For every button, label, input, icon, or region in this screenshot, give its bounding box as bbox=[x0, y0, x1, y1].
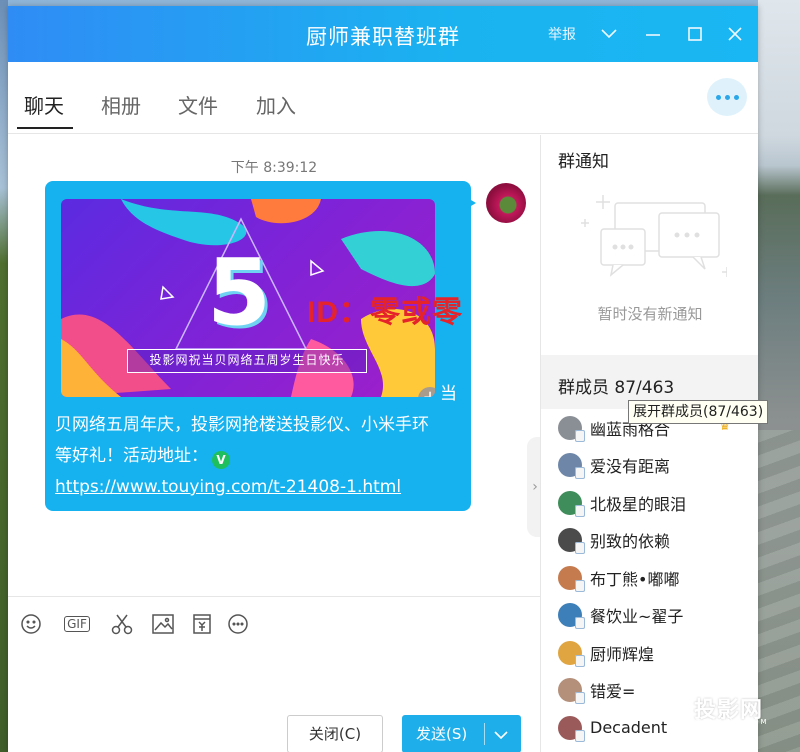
member-row[interactable]: 爱没有距离 bbox=[541, 447, 758, 485]
message-timestamp: 下午 8:39:12 bbox=[230, 160, 318, 176]
member-name: 布丁熊•嘟嘟 bbox=[590, 569, 680, 589]
report-button[interactable]: 举报 bbox=[548, 24, 576, 44]
message-line: 贝网络五周年庆，投影网抢楼送投影仪、小米手环 bbox=[55, 415, 429, 435]
member-avatar bbox=[558, 415, 585, 442]
member-name: 错爱= bbox=[590, 682, 636, 702]
image-icon[interactable] bbox=[150, 611, 176, 637]
member-avatar bbox=[558, 715, 585, 742]
member-name: 爱没有距离 bbox=[590, 457, 671, 477]
more-tools-icon[interactable] bbox=[225, 611, 251, 637]
member-name: Decadent bbox=[590, 718, 668, 738]
tab-files[interactable]: 文件 bbox=[178, 90, 218, 119]
notice-empty-text: 暂时没有新通知 bbox=[597, 305, 703, 323]
logo-subtext: TOUYING.COM bbox=[696, 718, 769, 726]
member-row[interactable]: 餐饮业~翟子 bbox=[541, 597, 758, 635]
chevron-down-icon[interactable] bbox=[598, 23, 620, 45]
message-line-wrapper: 等好礼！活动地址： V bbox=[55, 441, 465, 472]
title-bar[interactable]: 厨师兼职替班群 举报 bbox=[8, 6, 758, 62]
member-row[interactable]: 布丁熊•嘟嘟 bbox=[541, 559, 758, 597]
dot-icon bbox=[715, 94, 721, 100]
member-avatar bbox=[558, 490, 585, 517]
active-tab-indicator bbox=[17, 127, 73, 129]
banner-number: 5 bbox=[207, 239, 272, 346]
member-row[interactable]: 别致的依赖 bbox=[541, 522, 758, 560]
more-options-button[interactable] bbox=[707, 78, 747, 116]
desktop-background-left bbox=[0, 0, 8, 752]
send-button-label: 发送(S) bbox=[416, 725, 468, 743]
member-row[interactable]: 厨师辉煌 bbox=[541, 634, 758, 672]
chat-panel[interactable]: 下午 8:39:12 5 投影网祝当贝网络五周岁生日快乐 ID：零或零 当 贝网… bbox=[8, 135, 543, 597]
maximize-icon[interactable] bbox=[684, 23, 706, 45]
overlay-watermark: ID：零或零 bbox=[307, 296, 463, 329]
member-name: 餐饮业~翟子 bbox=[590, 607, 684, 627]
red-packet-icon[interactable] bbox=[189, 611, 215, 637]
member-avatar bbox=[558, 528, 585, 555]
emoji-icon[interactable] bbox=[18, 611, 44, 637]
member-avatar bbox=[558, 640, 585, 667]
dot-icon bbox=[733, 94, 739, 100]
send-options-chevron-icon[interactable] bbox=[494, 715, 508, 752]
member-avatar bbox=[558, 603, 585, 630]
desktop-background-right bbox=[758, 0, 800, 752]
tab-album[interactable]: 相册 bbox=[101, 90, 141, 119]
tab-chat[interactable]: 聊天 bbox=[24, 90, 64, 119]
members-title: 群成员 87/463 bbox=[558, 378, 675, 398]
tab-join[interactable]: 加入 bbox=[256, 90, 296, 119]
group-sidebar: 群通知 暂时没有新通知 群成员 87/463 幽蓝雨格合 ♛ 爱没有距离 北极星的眼泪… bbox=[540, 135, 758, 752]
group-chat-window: 厨师兼职替班群 举报 聊天 相册 文件 加入 下午 8:39:12 5 投影网祝… bbox=[8, 6, 758, 752]
member-avatar bbox=[558, 678, 585, 705]
minimize-icon[interactable] bbox=[642, 23, 664, 45]
site-logo-watermark: 投影网 TOUYING.COM bbox=[660, 692, 767, 726]
member-avatar bbox=[558, 565, 585, 592]
message-line: 等好礼！活动地址： bbox=[55, 446, 208, 466]
send-button[interactable]: 发送(S) bbox=[402, 715, 521, 752]
member-name: 别致的依赖 bbox=[590, 532, 671, 552]
verified-badge-icon: V bbox=[212, 451, 230, 469]
sender-avatar[interactable] bbox=[486, 183, 526, 223]
notice-title: 群通知 bbox=[558, 152, 609, 172]
member-avatar bbox=[558, 453, 585, 480]
expand-members-tooltip: 展开群成员(87/463) bbox=[628, 400, 769, 424]
member-name: 厨师辉煌 bbox=[590, 644, 655, 664]
member-row[interactable]: 北极星的眼泪 bbox=[541, 484, 758, 522]
message-text: 当 贝网络五周年庆，投影网抢楼送投影仪、小米手环 等好礼！活动地址： V http… bbox=[55, 379, 465, 503]
message-composer[interactable]: GIF 关闭(C) 发送(S) bbox=[8, 596, 540, 752]
message-bubble[interactable]: 5 投影网祝当贝网络五周岁生日快乐 + ID：零或零 当 贝网络五周年庆，投影网… bbox=[45, 181, 471, 511]
scissors-icon[interactable] bbox=[109, 611, 135, 637]
close-button[interactable]: 关闭(C) bbox=[287, 715, 383, 752]
gif-label: GIF bbox=[64, 616, 90, 632]
banner-caption: 投影网祝当贝网络五周岁生日快乐 bbox=[127, 349, 367, 373]
logo-ring-icon bbox=[660, 693, 690, 723]
tab-bar: 聊天 相册 文件 加入 bbox=[8, 62, 758, 134]
send-button-divider bbox=[484, 723, 485, 745]
gif-icon[interactable]: GIF bbox=[60, 611, 94, 637]
close-icon[interactable] bbox=[724, 23, 746, 45]
dot-icon bbox=[724, 94, 730, 100]
activity-link[interactable]: https://www.touying.com/t-21408-1.html bbox=[55, 472, 465, 503]
member-name: 北极星的眼泪 bbox=[590, 494, 687, 514]
empty-notice-icon bbox=[581, 195, 727, 277]
message-text-fragment: 当 bbox=[440, 384, 457, 404]
